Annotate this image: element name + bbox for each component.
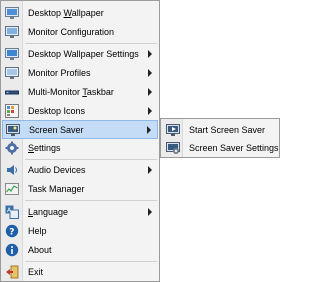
menu-item-label: Task Manager xyxy=(28,184,85,194)
menu-item-desktop-wallpaper-settings[interactable]: Desktop Wallpaper Settings xyxy=(2,45,158,64)
chevron-right-icon xyxy=(148,166,152,174)
submenu-item-start-screen-saver[interactable]: Start Screen Saver xyxy=(162,121,279,139)
menu-item-settings[interactable]: Settings xyxy=(2,139,158,158)
submenu-item-label: Start Screen Saver xyxy=(189,125,266,135)
chevron-right-icon xyxy=(148,107,152,115)
menu-item-label: About xyxy=(28,245,52,255)
svg-text:?: ? xyxy=(9,228,14,238)
submenu-item-label: Screen Saver Settings xyxy=(189,143,279,153)
menu-item-label: Desktop Wallpaper Settings xyxy=(28,49,139,59)
menu-separator xyxy=(25,261,157,262)
screen-saver-settings-icon xyxy=(166,142,180,154)
screen-saver-icon xyxy=(6,124,20,136)
menu-item-about[interactable]: About xyxy=(2,241,158,260)
menu-separator xyxy=(25,200,157,201)
taskbar-icon xyxy=(5,90,19,95)
menu-item-task-manager[interactable]: Task Manager xyxy=(2,180,158,199)
task-manager-icon xyxy=(5,183,19,195)
help-icon: ? xyxy=(5,224,19,238)
chevron-right-icon xyxy=(148,50,152,58)
speaker-icon xyxy=(7,165,17,175)
chevron-right-icon xyxy=(148,88,152,96)
info-icon xyxy=(5,243,19,257)
gear-icon xyxy=(5,141,19,155)
wallpaper-icon xyxy=(5,7,19,19)
menu-item-desktop-wallpaper[interactable]: Desktop Wallpaper xyxy=(2,4,158,23)
menu-item-exit[interactable]: Exit xyxy=(2,263,158,282)
menu-item-screen-saver[interactable]: Screen Saver xyxy=(2,120,158,139)
monitor-config-icon xyxy=(5,26,19,38)
menu-item-monitor-profiles[interactable]: Monitor Profiles xyxy=(2,64,158,83)
chevron-right-icon xyxy=(148,69,152,77)
exit-icon xyxy=(6,265,19,279)
menu-item-label: Settings xyxy=(28,143,61,153)
menu-item-label: Help xyxy=(28,226,47,236)
menu-item-label: Screen Saver xyxy=(29,125,84,135)
menu-item-language[interactable]: A Language xyxy=(2,203,158,222)
chevron-right-icon xyxy=(147,126,151,134)
menu-item-desktop-icons[interactable]: Desktop Icons xyxy=(2,102,158,121)
menu-item-label: Desktop Wallpaper xyxy=(28,8,104,18)
menu-item-label: Audio Devices xyxy=(28,165,86,175)
menu-item-label: Exit xyxy=(28,267,44,277)
menu-item-monitor-configuration[interactable]: Monitor Configuration xyxy=(2,23,158,42)
menu-item-label: Monitor Profiles xyxy=(28,68,91,78)
chevron-right-icon xyxy=(148,208,152,216)
menu-item-help[interactable]: ? Help xyxy=(2,222,158,241)
wallpaper-settings-icon xyxy=(5,48,19,60)
menu-separator xyxy=(25,159,157,160)
desktop-icons-icon xyxy=(5,104,19,118)
menu-item-label: Language xyxy=(28,207,69,217)
menu-separator xyxy=(25,43,157,44)
menu-item-label: Multi-Monitor Taskbar xyxy=(28,87,114,97)
screen-saver-submenu: Start Screen Saver Screen Saver Settings xyxy=(160,118,280,158)
menu-item-audio-devices[interactable]: Audio Devices xyxy=(2,161,158,180)
monitor-profiles-icon xyxy=(5,67,19,79)
start-screen-saver-icon xyxy=(166,124,180,136)
menu-item-multi-monitor-taskbar[interactable]: Multi-Monitor Taskbar xyxy=(2,83,158,102)
menu-item-label: Monitor Configuration xyxy=(28,27,115,37)
submenu-item-screen-saver-settings[interactable]: Screen Saver Settings xyxy=(162,139,279,157)
menu-item-label: Desktop Icons xyxy=(28,106,86,116)
language-icon: A xyxy=(5,205,19,219)
context-menu: Desktop Wallpaper Monitor Configuration … xyxy=(0,0,160,282)
